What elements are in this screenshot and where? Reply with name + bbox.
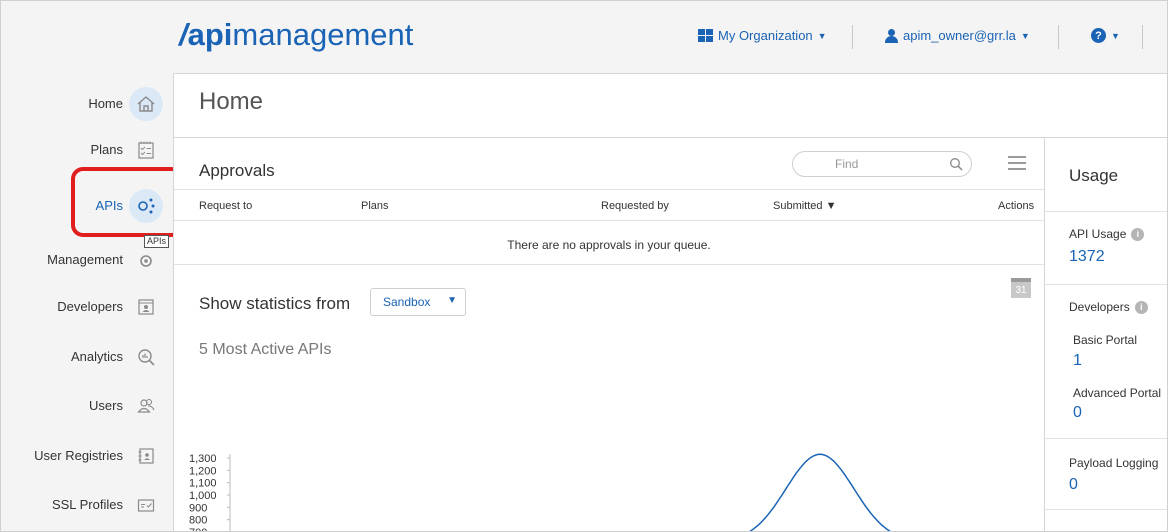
payload-logging-label: Payload Logging: [1069, 456, 1158, 470]
divider: [1045, 438, 1167, 439]
api-usage-value[interactable]: 1372: [1069, 248, 1105, 266]
empty-approvals-message: There are no approvals in your queue.: [507, 238, 711, 252]
column-header-submitted[interactable]: Submitted ▼: [773, 200, 836, 212]
y-tick-label: 1,300: [189, 453, 217, 465]
search-icon[interactable]: [949, 157, 963, 171]
sidebar-item-label: Users: [89, 398, 123, 413]
divider: [174, 220, 1044, 221]
organization-menu[interactable]: My Organization ▼: [698, 28, 827, 43]
hamburger-menu-icon[interactable]: [1008, 156, 1026, 170]
nav-divider: [852, 25, 853, 49]
registry-icon: [129, 439, 163, 473]
payload-logging-text: Payload Logging: [1069, 456, 1159, 470]
user-label: apim_owner@grr.la: [903, 28, 1016, 43]
calendar-icon[interactable]: 31: [1011, 278, 1031, 298]
brand-logo[interactable]: /apimanagement: [179, 17, 413, 53]
series-line[interactable]: [734, 453, 904, 532]
home-icon: [129, 87, 163, 121]
help-icon: ?: [1091, 28, 1106, 43]
sidebar-item-users[interactable]: Users: [1, 387, 173, 427]
active-apis-chart: 1,3001,2001,1001,000900800700: [189, 453, 904, 532]
y-tick-label: 1,200: [189, 465, 217, 477]
payload-logging-value[interactable]: 0: [1069, 476, 1078, 494]
y-tick-label: 800: [189, 515, 207, 527]
sidebar-item-label: SSL Profiles: [51, 497, 123, 512]
magnifier-chart-icon: [129, 340, 163, 374]
basic-portal-label: Basic Portal: [1073, 333, 1138, 347]
advanced-portal-label: Advanced Portal: [1073, 386, 1162, 400]
find-placeholder: Find: [835, 157, 859, 171]
y-tick-label: 700: [189, 527, 207, 532]
info-icon[interactable]: i: [1134, 300, 1148, 314]
basic-portal-value[interactable]: 1: [1073, 352, 1082, 370]
user-icon: [884, 28, 898, 43]
info-icon[interactable]: i: [1131, 227, 1145, 241]
sidebar-item-label: Management: [47, 252, 123, 267]
column-header-plans[interactable]: Plans: [361, 200, 389, 212]
sidebar-item-analytics[interactable]: Analytics: [1, 338, 173, 378]
caret-down-icon: ▼: [1111, 30, 1120, 41]
app-window: /apimanagement My Organization ▼ apim_ow…: [0, 0, 1168, 532]
divider: [1045, 211, 1167, 212]
column-header-actions: Actions: [998, 200, 1035, 212]
find-input[interactable]: Find: [792, 151, 972, 177]
certificate-icon: [129, 488, 163, 522]
environment-select[interactable]: Sandbox ▼: [370, 288, 466, 316]
usage-panel: Usage API Usage i 1372 Developers i Basi…: [1044, 138, 1167, 531]
y-tick-label: 1,100: [189, 478, 217, 490]
organization-label: My Organization: [718, 28, 813, 43]
caret-down-icon: ▼: [447, 295, 457, 306]
nav-divider: [1142, 25, 1143, 49]
main-content: Home Approvals Find Request to Plans Req…: [173, 73, 1167, 532]
nav-divider: [1058, 25, 1059, 49]
divider: [1045, 284, 1167, 285]
statistics-label: Show statistics from: [199, 294, 351, 313]
sidebar-item-label: Developers: [57, 299, 123, 314]
sidebar-item-ssl-profiles[interactable]: SSL Profiles: [1, 486, 173, 526]
api-usage-label: API Usage i: [1069, 227, 1145, 241]
sidebar-item-home[interactable]: Home: [1, 85, 173, 125]
organization-icon: [698, 29, 713, 42]
brand-management: management: [232, 17, 414, 52]
y-tick-label: 1,000: [189, 490, 217, 502]
top-bar: /apimanagement My Organization ▼ apim_ow…: [1, 1, 1167, 73]
sidebar-item-user-registries[interactable]: User Registries: [1, 437, 173, 477]
approvals-title: Approvals: [199, 161, 275, 180]
developer-icon: [129, 290, 163, 324]
developers-label: Developers i: [1069, 300, 1148, 314]
help-menu[interactable]: ? ▼: [1091, 28, 1120, 43]
checklist-icon: [129, 133, 163, 167]
sidebar-item-label: Analytics: [70, 349, 123, 364]
sidebar-item-label: User Registries: [34, 448, 123, 463]
column-header-request-to[interactable]: Request to: [199, 200, 252, 212]
divider: [174, 264, 1044, 265]
divider: [174, 189, 1044, 190]
divider: [1045, 509, 1167, 510]
sidebar-item-label: Plans: [90, 142, 123, 157]
usage-title: Usage: [1069, 166, 1119, 185]
apis-tooltip: APIs: [144, 235, 170, 248]
user-menu[interactable]: apim_owner@grr.la ▼: [884, 28, 1030, 43]
environment-selected: Sandbox: [383, 295, 431, 309]
caret-down-icon: ▼: [817, 30, 827, 41]
users-icon: [129, 389, 163, 423]
brand-slash: /: [179, 17, 188, 52]
sidebar: Home Plans APIs Management Developers An…: [1, 73, 173, 531]
apis-highlight-annotation: [71, 167, 183, 237]
sidebar-item-developers[interactable]: Developers: [1, 288, 173, 328]
y-tick-label: 900: [189, 502, 207, 514]
advanced-portal-value[interactable]: 0: [1073, 404, 1082, 422]
chart-title: 5 Most Active APIs: [199, 341, 332, 358]
gear-icon: [129, 243, 163, 277]
brand-api: api: [187, 17, 233, 52]
home-content: Approvals Find Request to Plans Requeste…: [174, 138, 1044, 532]
caret-down-icon: ▼: [1020, 30, 1030, 41]
page-title: Home: [199, 88, 264, 115]
developers-text: Developers: [1069, 300, 1130, 314]
sidebar-item-label: Home: [88, 96, 123, 111]
column-header-requested-by[interactable]: Requested by: [601, 200, 669, 212]
api-usage-text: API Usage: [1069, 227, 1127, 241]
